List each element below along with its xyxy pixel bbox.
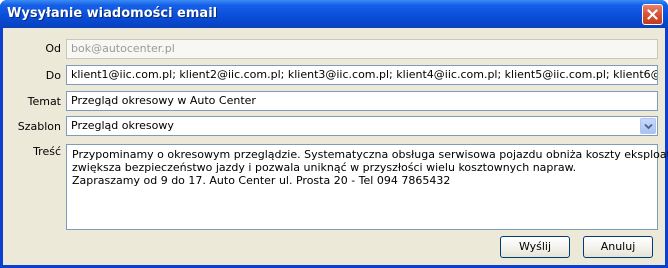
subject-field[interactable]: Przegląd okresowy w Auto Center [66, 91, 658, 111]
to-field[interactable]: klient1@iic.com.pl; klient2@iic.com.pl; … [66, 65, 658, 85]
body-line: Przypominamy o okresowym przeglądzie. Sy… [72, 148, 668, 161]
close-icon [647, 9, 658, 20]
window-title: Wysyłanie wiadomości email [7, 6, 218, 21]
cancel-button[interactable]: Anuluj [583, 236, 653, 258]
template-selected-value: Przegląd okresowy [71, 119, 174, 132]
send-button[interactable]: Wyślij [500, 236, 570, 258]
from-label: Od [45, 42, 61, 55]
chevron-down-icon [644, 123, 653, 130]
template-dropdown-button[interactable] [640, 118, 656, 134]
to-label: Do [45, 69, 61, 82]
message-body-textarea[interactable]: Przypominamy o okresowym przeglądzie. Sy… [66, 144, 668, 230]
email-dialog: Wysyłanie wiadomości email Od bok@autoce… [0, 0, 668, 268]
body-label: Treść [33, 145, 61, 158]
body-line: Zapraszamy od 9 do 17. Auto Center ul. P… [72, 174, 451, 187]
title-bar[interactable]: Wysyłanie wiadomości email [0, 0, 668, 28]
body-line: zwiększa bezpieczeństwo jazdy i pozwala … [72, 161, 577, 174]
subject-label: Temat [27, 95, 61, 108]
dialog-body: Od bok@autocenter.pl Do klient1@iic.com.… [3, 28, 668, 265]
from-field: bok@autocenter.pl [66, 39, 658, 59]
close-button[interactable] [642, 4, 663, 25]
template-label: Szablon [17, 120, 61, 133]
template-select[interactable]: Przegląd okresowy [66, 116, 658, 136]
